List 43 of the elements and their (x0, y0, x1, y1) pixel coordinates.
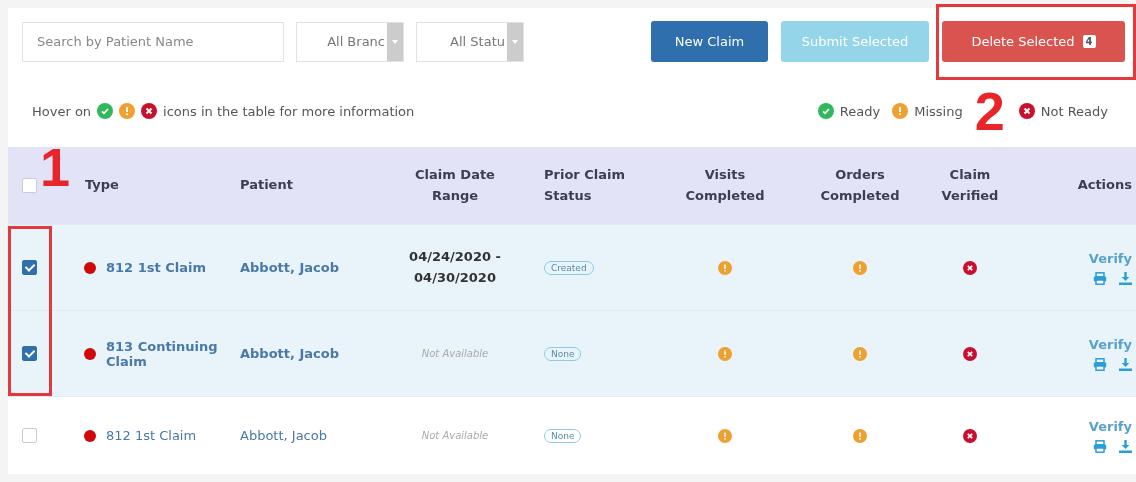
claim-type-link[interactable]: 813 Continuing Claim (106, 338, 240, 369)
verify-link[interactable]: Verify (1088, 336, 1132, 352)
hint-text: Hover on (32, 103, 92, 119)
legend-label: Ready (839, 103, 881, 119)
annotation-number: 1 (40, 140, 71, 194)
print-icon[interactable] (1093, 271, 1107, 285)
claim-type-link[interactable]: 812 1st Claim (106, 260, 206, 275)
download-icon[interactable] (1119, 439, 1132, 453)
filter-dropdown[interactable]: All Branc (296, 21, 404, 62)
column-header: Claim Date Range (414, 166, 496, 205)
patient-link[interactable]: Abbott, Jacob (240, 428, 327, 443)
column-header: Actions (1077, 176, 1132, 195)
not-available-text: Not Available (421, 348, 489, 359)
caret-icon (387, 22, 403, 61)
annotation-number: 2 (974, 84, 1005, 138)
patient-link[interactable]: Abbott, Jacob (240, 346, 340, 361)
filter-dropdown[interactable]: All Statu (416, 21, 524, 62)
column-header: Claim Verified (940, 166, 1000, 205)
not-available-text: Not Available (421, 430, 489, 441)
verify-link[interactable]: Verify (1088, 250, 1132, 266)
caret-icon (507, 22, 523, 61)
verify-link[interactable]: Verify (1088, 418, 1132, 434)
column-header: Prior Claim Status (544, 166, 627, 205)
checkbox[interactable] (22, 346, 37, 361)
date-range: 04/24/2020 - 04/30/2020 (408, 247, 502, 287)
count-badge: 4 (1082, 35, 1096, 48)
claim-type-link[interactable]: 812 1st Claim (106, 428, 197, 443)
print-icon[interactable] (1093, 357, 1107, 371)
column-header: Orders Completed (819, 166, 901, 205)
patient-link[interactable]: Abbott, Jacob (240, 260, 340, 275)
new-claim-button[interactable]: New Claim (651, 21, 768, 62)
download-icon[interactable] (1119, 271, 1132, 285)
hint-text: icons in the table for more information (163, 103, 415, 119)
column-header: Patient (240, 176, 293, 195)
download-icon[interactable] (1119, 357, 1132, 371)
column-header: Visits Completed (684, 166, 766, 205)
delete-button[interactable]: Delete Selected 4 (942, 21, 1125, 62)
print-icon[interactable] (1093, 439, 1107, 453)
legend-label: Missing (914, 103, 963, 119)
search-field[interactable]: Search by Patient Name (22, 21, 284, 62)
checkbox[interactable] (22, 260, 37, 275)
legend-label: Not Ready (1040, 103, 1108, 119)
column-header: Type (85, 176, 119, 195)
